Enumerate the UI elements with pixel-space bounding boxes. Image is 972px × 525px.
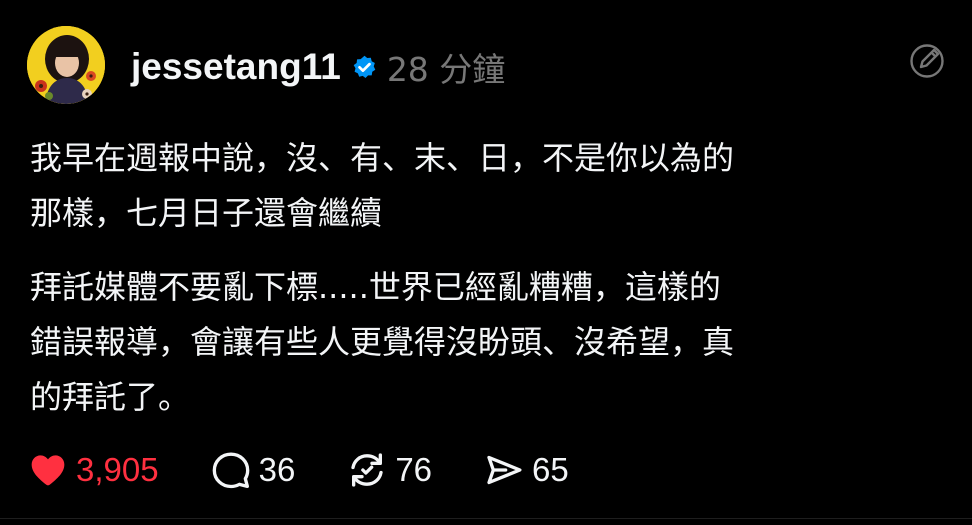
like-count: 3,905 — [76, 451, 159, 488]
post-paragraph-1: 我早在週報中說，沒、有、末、日，不是你以為的 那樣，七月日子還會繼續 — [30, 131, 950, 241]
post: jessetang11 28 分鐘 我早在週報中說，沒、有、末、日，不是你以為的… — [0, 0, 972, 525]
share-count: 65 — [532, 451, 569, 488]
avatar[interactable] — [27, 26, 105, 104]
post-text-line: 錯誤報導，會讓有些人更覺得沒盼頭、沒希望，真 — [30, 323, 735, 361]
comment-button[interactable]: 36 — [211, 447, 296, 493]
repost-icon — [347, 450, 387, 490]
post-paragraph-2: 拜託媒體不要亂下標.....世界已經亂糟糟，這樣的 錯誤報導，會讓有些人更覺得沒… — [30, 260, 950, 425]
post-header: jessetang11 28 分鐘 — [131, 44, 505, 90]
avatar-image — [27, 26, 105, 104]
like-button[interactable]: 3,905 — [28, 447, 159, 493]
action-bar: 3,905 36 76 65 — [28, 447, 569, 493]
divider — [0, 518, 972, 519]
repost-count: 76 — [395, 451, 433, 488]
verified-badge-icon — [351, 54, 378, 81]
post-timestamp: 28 分鐘 — [386, 50, 506, 89]
post-text-line: 我早在週報中說，沒、有、末、日，不是你以為的 — [30, 139, 735, 177]
share-icon — [484, 450, 524, 490]
comment-count: 36 — [258, 451, 296, 488]
post-text-line: 拜託媒體不要亂下標.....世界已經亂糟糟，這樣的 — [30, 268, 721, 306]
post-text-line: 的拜託了。 — [30, 378, 191, 416]
share-button[interactable]: 65 — [484, 447, 569, 493]
heart-icon — [28, 450, 68, 490]
repost-button[interactable]: 76 — [347, 447, 432, 493]
comment-bubble-icon — [211, 450, 251, 490]
username[interactable]: jessetang11 — [131, 46, 341, 88]
edit-icon[interactable] — [908, 42, 946, 80]
post-text-line: 那樣，七月日子還會繼續 — [30, 194, 383, 232]
